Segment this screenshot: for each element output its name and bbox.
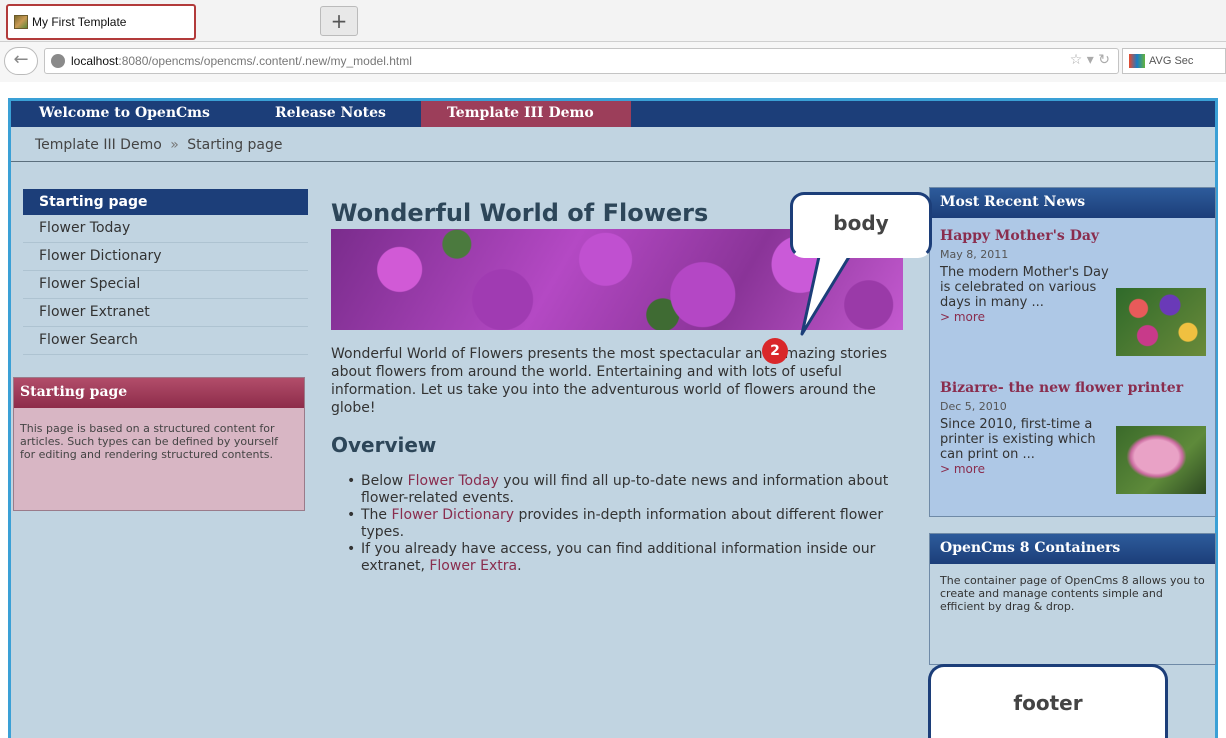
flower-today-link[interactable]: Flower Today	[408, 473, 499, 489]
sidebar-item-flower-special[interactable]: Flower Special	[23, 271, 308, 299]
browser-tab[interactable]: My First Template	[6, 4, 196, 40]
news-item: Happy Mother's Day May 8, 2011 The moder…	[940, 228, 1210, 356]
page-title: Wonderful World of Flowers	[331, 199, 709, 227]
sidebar-info-box: Starting page This page is based on a st…	[13, 377, 305, 511]
page-content: Welcome to OpenCms Release Notes Templat…	[8, 98, 1218, 738]
news-item-title[interactable]: Bizarre- the new flower printer	[940, 380, 1210, 396]
sidebar-item-flower-extranet[interactable]: Flower Extranet	[23, 299, 308, 327]
news-item-date: Dec 5, 2010	[940, 400, 1007, 413]
intro-paragraph: Wonderful World of Flowers presents the …	[331, 346, 888, 416]
news-thumbnail[interactable]	[1116, 426, 1206, 494]
footer-callout: footer	[928, 664, 1168, 738]
callout-number-badge: 2	[762, 338, 788, 364]
topnav-release-notes[interactable]: Release Notes	[275, 105, 386, 121]
avg-toolbar[interactable]: AVG Sec	[1122, 48, 1226, 74]
url-bar[interactable]: localhost:8080/opencms/opencms/.content/…	[44, 48, 1119, 74]
news-box-title: Most Recent News	[930, 188, 1215, 218]
tab-title: My First Template	[32, 15, 127, 29]
news-item-text: Since 2010, first-time a printer is exis…	[940, 417, 1096, 462]
sidebar-item-flower-dictionary[interactable]: Flower Dictionary	[23, 243, 308, 271]
favicon-icon	[14, 15, 28, 29]
containers-box: OpenCms 8 Containers The container page …	[929, 533, 1216, 665]
list-item: The Flower Dictionary provides in-depth …	[347, 507, 907, 541]
body-callout: body	[790, 192, 932, 258]
avg-logo-icon	[1129, 54, 1145, 68]
overview-heading: Overview	[331, 433, 437, 457]
top-navigation: Welcome to OpenCms Release Notes Templat…	[11, 101, 1215, 127]
info-box-text: This page is based on a structured conte…	[20, 422, 279, 461]
browser-tab-bar: My First Template +	[0, 0, 1226, 42]
containers-box-title: OpenCms 8 Containers	[930, 534, 1215, 564]
bookmark-star-icon[interactable]: ☆	[1070, 52, 1083, 68]
url-host: localhost	[71, 54, 119, 68]
back-arrow-icon: ←	[13, 49, 29, 70]
flower-dictionary-link[interactable]: Flower Dictionary	[392, 507, 515, 523]
browser-nav-bar: ← localhost:8080/opencms/opencms/.conten…	[0, 42, 1226, 82]
url-text: localhost:8080/opencms/opencms/.content/…	[71, 54, 412, 68]
flower-extra-link[interactable]: Flower Extra	[429, 558, 517, 574]
breadcrumb-separator: »	[170, 137, 179, 153]
news-item-date: May 8, 2011	[940, 248, 1009, 261]
info-box-title: Starting page	[14, 378, 304, 408]
sidebar-nav: Starting page Flower Today Flower Dictio…	[23, 189, 308, 355]
containers-box-text: The container page of OpenCms 8 allows y…	[940, 574, 1205, 613]
divider	[11, 161, 1215, 162]
topnav-template-demo[interactable]: Template III Demo	[447, 105, 594, 121]
news-item-text: The modern Mother's Day is celebrated on…	[940, 265, 1109, 310]
news-item: Bizarre- the new flower printer Dec 5, 2…	[940, 380, 1210, 494]
url-actions: ☆ ▾ ↻	[1070, 52, 1110, 68]
list-item: Below Flower Today you will find all up-…	[347, 473, 907, 507]
list-text: Below	[361, 473, 408, 489]
new-tab-button[interactable]: +	[320, 6, 358, 36]
reload-icon[interactable]: ↻	[1098, 52, 1110, 68]
list-text: .	[517, 558, 522, 574]
breadcrumb-current: Starting page	[187, 137, 283, 153]
url-path: :8080/opencms/opencms/.content/.new/my_m…	[118, 54, 412, 68]
overview-list: Below Flower Today you will find all up-…	[347, 473, 907, 575]
news-box: Most Recent News Happy Mother's Day May …	[929, 187, 1216, 517]
breadcrumb: Template III Demo » Starting page	[35, 137, 283, 153]
topnav-welcome[interactable]: Welcome to OpenCms	[39, 105, 210, 121]
sidebar-item-flower-search[interactable]: Flower Search	[23, 327, 308, 355]
list-item: If you already have access, you can find…	[347, 541, 907, 575]
back-button[interactable]: ←	[4, 47, 38, 75]
news-item-title[interactable]: Happy Mother's Day	[940, 228, 1210, 244]
list-text: The	[361, 507, 392, 523]
globe-icon	[51, 54, 65, 68]
sidebar-item-flower-today[interactable]: Flower Today	[23, 215, 308, 243]
sidebar-item-starting-page[interactable]: Starting page	[23, 189, 308, 215]
dropdown-icon[interactable]: ▾	[1087, 52, 1094, 68]
news-thumbnail[interactable]	[1116, 288, 1206, 356]
avg-label: AVG Sec	[1149, 55, 1194, 67]
breadcrumb-item[interactable]: Template III Demo	[35, 137, 162, 153]
